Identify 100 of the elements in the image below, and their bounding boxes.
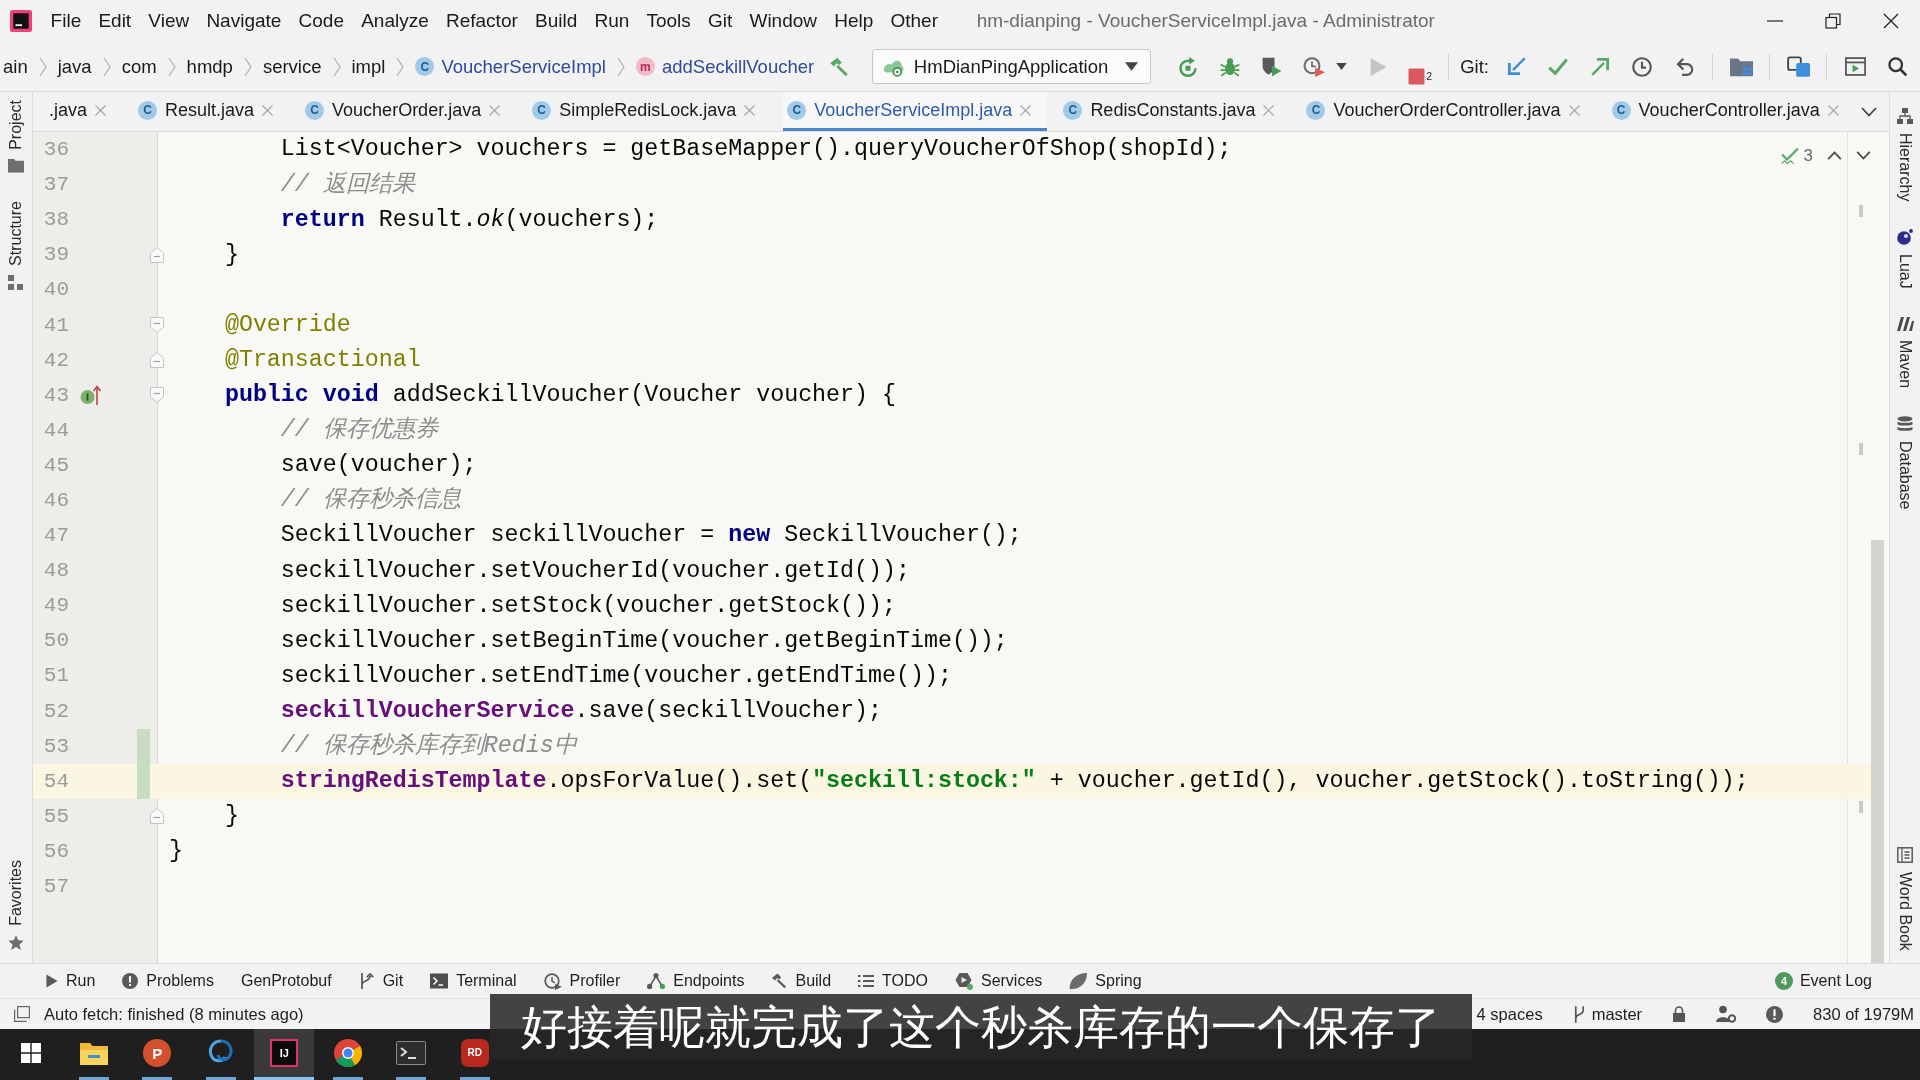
tool-window-button[interactable]: Profiler xyxy=(538,967,626,995)
inspection-status-button[interactable]: 3 xyxy=(1776,141,1817,171)
tool-window-button[interactable]: Database xyxy=(1893,412,1917,514)
overlapping-squares-icon xyxy=(1786,56,1810,77)
class-icon: C xyxy=(787,100,807,120)
person-icon xyxy=(1716,1005,1737,1023)
breadcrumb-item[interactable]: C VoucherServiceImpl xyxy=(412,52,609,81)
tool-window-button[interactable]: Structure xyxy=(4,196,28,294)
line-number: 37 xyxy=(42,174,69,196)
menu-item[interactable]: Run xyxy=(585,7,638,35)
editor-tab[interactable]: C SimpleRedisLock.java xyxy=(528,92,772,131)
chevron-right-icon xyxy=(167,56,176,77)
menu-item[interactable]: Analyze xyxy=(352,7,438,35)
menu-item[interactable]: Code xyxy=(289,7,353,35)
close-icon[interactable] xyxy=(262,104,274,116)
star-icon xyxy=(8,935,24,951)
breadcrumb-item[interactable]: com xyxy=(118,52,160,81)
tool-window-button[interactable]: Build xyxy=(766,967,837,995)
close-icon[interactable] xyxy=(1827,104,1839,116)
menu-item[interactable]: Refactor xyxy=(437,7,527,35)
menu-item[interactable]: Other xyxy=(881,7,947,35)
fold-icon[interactable] xyxy=(150,387,164,404)
override-marker-icon[interactable] xyxy=(80,385,102,406)
tool-window-button[interactable]: TODO xyxy=(853,967,933,995)
hierarchy-icon xyxy=(1897,108,1913,124)
menu-item[interactable]: Git xyxy=(699,7,741,35)
fold-icon[interactable] xyxy=(150,317,164,333)
chevron-right-icon xyxy=(243,56,252,77)
tool-window-button[interactable]: Maven xyxy=(1893,313,1917,393)
breadcrumb-item[interactable]: service xyxy=(259,52,325,81)
breadcrumb-item[interactable]: java xyxy=(54,52,95,81)
breadcrumb-item[interactable]: m addSeckillVoucher xyxy=(632,52,818,81)
menu-item[interactable]: Edit xyxy=(89,7,140,35)
scrollbar-thumb[interactable] xyxy=(1871,540,1884,963)
tool-window-button[interactable]: Project xyxy=(4,96,28,177)
code-line: stringRedisTemplate.opsForValue().set("seckill:stock:" + voucher.getId(), voucher.getStock().toString()); xyxy=(280,767,1749,797)
event-log-button[interactable]: 4 Event Log xyxy=(1770,967,1876,995)
menu-item[interactable]: Build xyxy=(526,7,586,35)
code-line: // 保存秒杀库存到Redis中 xyxy=(280,731,577,761)
tool-window-button[interactable]: Services xyxy=(949,967,1048,995)
breadcrumb-item[interactable]: ain xyxy=(0,52,31,81)
check-icon xyxy=(1548,57,1568,76)
lock-icon xyxy=(1672,1006,1687,1022)
menu-item[interactable]: View xyxy=(139,7,198,35)
menu-item[interactable]: Help xyxy=(825,7,882,35)
line-number: 57 xyxy=(42,876,69,897)
editor-tab[interactable]: .java xyxy=(45,92,123,131)
close-icon[interactable] xyxy=(744,104,756,116)
shield-play-icon xyxy=(1262,56,1283,77)
method-icon: m xyxy=(635,57,655,76)
menu-item[interactable]: Tools xyxy=(637,7,700,35)
tool-window-button[interactable]: Run xyxy=(41,967,101,995)
circular-arrow-icon xyxy=(1178,56,1199,77)
close-icon[interactable] xyxy=(95,104,107,116)
ide-app-logo: IJ xyxy=(270,1039,299,1067)
fold-icon[interactable] xyxy=(150,808,164,825)
undo-icon xyxy=(1674,57,1694,76)
tool-window-button[interactable]: Terminal xyxy=(425,967,522,995)
line-number: 54 xyxy=(42,770,69,792)
close-icon[interactable] xyxy=(1020,104,1032,116)
taskbar-button[interactable]: IJ xyxy=(254,1029,315,1080)
line-number: 53 xyxy=(42,735,69,757)
git-branch-widget[interactable]: master xyxy=(1568,999,1647,1029)
tool-window-button[interactable]: Endpoints xyxy=(642,967,750,995)
close-icon[interactable] xyxy=(1263,104,1275,116)
editor-tab[interactable]: C RedisConstants.java xyxy=(1059,92,1291,131)
editor-tab[interactable]: C Result.java xyxy=(134,92,290,131)
tool-window-button[interactable]: Favorites xyxy=(4,856,28,955)
menu-item[interactable]: Window xyxy=(740,7,826,35)
class-icon: C xyxy=(138,100,158,120)
editor-tab[interactable]: C VoucherOrder.java xyxy=(301,92,517,131)
close-icon[interactable] xyxy=(489,104,501,116)
search-icon xyxy=(1887,57,1907,76)
code-line: // 保存秒杀信息 xyxy=(280,486,461,516)
tool-window-button[interactable]: Spring xyxy=(1064,967,1147,995)
fold-icon[interactable] xyxy=(150,352,164,369)
tool-window-button[interactable]: Git xyxy=(353,967,409,995)
menu-item[interactable]: File xyxy=(42,7,90,35)
clock-play-icon xyxy=(543,972,562,990)
run-configuration-dropdown[interactable]: HmDianPingApplication xyxy=(871,49,1152,84)
editor-tab[interactable]: C VoucherController.java xyxy=(1607,92,1850,131)
tool-window-button[interactable]: GenProtobuf xyxy=(235,967,337,995)
indent-status[interactable]: 4 spaces xyxy=(1472,999,1547,1029)
tool-window-button[interactable]: Problems xyxy=(117,967,219,995)
memory-indicator[interactable]: 830 of 1979M xyxy=(1809,999,1918,1029)
editor-tab[interactable]: C VoucherServiceImpl.java xyxy=(783,92,1048,131)
code-line: save(voucher); xyxy=(280,451,477,481)
stop-button[interactable]: 2 xyxy=(1401,48,1440,85)
close-icon[interactable] xyxy=(1568,104,1580,116)
branch-icon xyxy=(358,973,375,989)
editor-tab[interactable]: C VoucherOrderController.java xyxy=(1302,92,1596,131)
taskbar-button[interactable]: P xyxy=(142,1029,173,1080)
tool-window-button[interactable]: LuaJ xyxy=(1893,225,1917,294)
fold-icon[interactable] xyxy=(150,246,164,263)
menu-item[interactable]: Navigate xyxy=(197,7,290,35)
breadcrumb-item[interactable]: hmdp xyxy=(183,52,236,81)
taskbar-button[interactable]: RD xyxy=(459,1029,490,1080)
tool-window-button[interactable]: Hierarchy xyxy=(1893,104,1917,206)
breadcrumb-item[interactable]: impl xyxy=(348,52,389,81)
tool-window-button[interactable]: Word Book xyxy=(1893,843,1917,955)
